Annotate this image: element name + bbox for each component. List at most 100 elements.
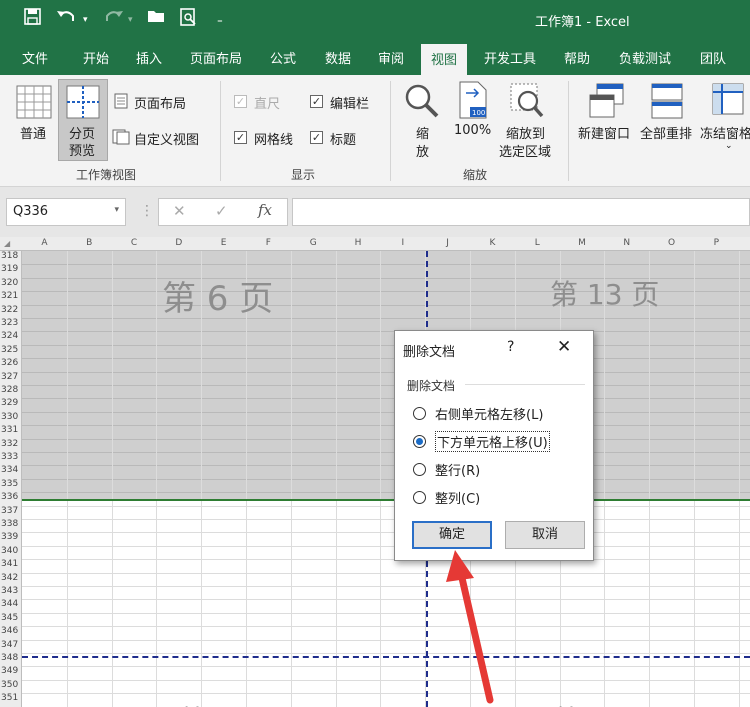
row-header[interactable]: 318 — [1, 251, 21, 261]
zoom-label-2[interactable]: 放 — [416, 141, 429, 160]
tab-review[interactable]: 审阅 — [378, 48, 404, 67]
option-shift-up-label[interactable]: 下方单元格上移(U) — [435, 431, 550, 452]
row-header[interactable]: 335 — [1, 479, 21, 489]
print-preview-icon[interactable] — [180, 8, 197, 30]
row-header[interactable]: 320 — [1, 278, 21, 288]
page-break-line-horizontal[interactable] — [22, 656, 750, 658]
radio-entire-column[interactable] — [413, 491, 426, 504]
zoom-100-button[interactable]: 100% — [454, 123, 491, 138]
row-header[interactable]: 327 — [1, 372, 21, 382]
tab-page-layout[interactable]: 页面布局 — [190, 48, 242, 67]
row-header[interactable]: 324 — [1, 331, 21, 341]
column-header-d[interactable]: D — [156, 238, 201, 248]
select-all-icon[interactable]: ◢ — [4, 239, 10, 248]
redo-icon[interactable] — [102, 8, 124, 29]
cancel-button[interactable]: 取消 — [505, 521, 585, 549]
column-header-a[interactable]: A — [22, 238, 67, 248]
row-header[interactable]: 326 — [1, 358, 21, 368]
column-header-h[interactable]: H — [336, 238, 381, 248]
row-header[interactable]: 341 — [1, 559, 21, 569]
option-entire-column-label[interactable]: 整列(C) — [435, 488, 480, 507]
row-header[interactable]: 350 — [1, 680, 21, 690]
row-header[interactable]: 334 — [1, 465, 21, 475]
gridlines-checkbox[interactable]: ✓ — [234, 131, 247, 144]
headings-checkbox[interactable]: ✓ — [310, 131, 323, 144]
column-header-n[interactable]: N — [604, 238, 649, 248]
close-icon[interactable]: ✕ — [557, 337, 571, 357]
row-header[interactable]: 338 — [1, 519, 21, 529]
column-header-b[interactable]: B — [67, 238, 112, 248]
help-icon[interactable]: ? — [507, 339, 514, 355]
formula-input[interactable] — [292, 198, 750, 226]
cell-grid[interactable]: 第 6 页 第 13 页 第 7 页 第 14 页 — [22, 251, 750, 707]
option-shift-left-label[interactable]: 右侧单元格左移(L) — [435, 404, 543, 423]
zoom-selection-label-1[interactable]: 缩放到 — [506, 123, 545, 142]
arrange-all-button[interactable]: 全部重排 — [640, 123, 692, 142]
column-header-m[interactable]: M — [560, 238, 605, 248]
cancel-entry-icon[interactable]: ✕ — [173, 202, 186, 220]
row-header[interactable]: 332 — [1, 439, 21, 449]
row-header[interactable]: 349 — [1, 666, 21, 676]
column-header-l[interactable]: L — [515, 238, 560, 248]
tab-team[interactable]: 团队 — [700, 48, 726, 67]
tab-load-test[interactable]: 负载测试 — [619, 48, 671, 67]
zoom-label-1[interactable]: 缩 — [416, 123, 429, 142]
ok-button[interactable]: 确定 — [412, 521, 492, 549]
column-header-g[interactable]: G — [291, 238, 336, 248]
row-header[interactable]: 344 — [1, 599, 21, 609]
insert-function-icon[interactable]: fx — [258, 201, 272, 219]
row-header[interactable]: 342 — [1, 573, 21, 583]
row-header[interactable]: 336 — [1, 492, 21, 502]
undo-icon[interactable] — [56, 8, 78, 29]
tab-insert[interactable]: 插入 — [136, 48, 162, 67]
undo-dropdown-icon[interactable]: ▾ — [83, 15, 88, 25]
row-header[interactable]: 319 — [1, 264, 21, 274]
row-header[interactable]: 337 — [1, 506, 21, 516]
name-box-dropdown-icon[interactable]: ▾ — [114, 205, 119, 215]
name-box[interactable]: Q336 ▾ — [6, 198, 126, 226]
tab-developer[interactable]: 开发工具 — [484, 48, 536, 67]
column-header-i[interactable]: I — [380, 238, 425, 248]
freeze-panes-dropdown-icon[interactable]: ⌄ — [725, 141, 733, 151]
radio-shift-left[interactable] — [413, 407, 426, 420]
normal-view-button[interactable]: 普通 — [20, 123, 46, 142]
row-header[interactable]: 331 — [1, 425, 21, 435]
column-header-o[interactable]: O — [649, 238, 694, 248]
enter-icon[interactable]: ✓ — [215, 202, 228, 220]
row-header[interactable]: 339 — [1, 532, 21, 542]
row-header[interactable]: 346 — [1, 626, 21, 636]
option-entire-row-label[interactable]: 整行(R) — [435, 460, 480, 479]
formula-bar-checkbox[interactable]: ✓ — [310, 95, 323, 108]
new-window-button[interactable]: 新建窗口 — [578, 123, 630, 142]
row-header[interactable]: 347 — [1, 640, 21, 650]
row-header[interactable]: 329 — [1, 398, 21, 408]
tab-view[interactable]: 视图 — [421, 44, 468, 75]
ruler-checkbox[interactable]: ✓ — [234, 95, 247, 108]
customize-quick-access-icon[interactable]: ₌ — [217, 13, 223, 26]
column-header-p[interactable]: P — [694, 238, 739, 248]
row-header[interactable]: 345 — [1, 613, 21, 623]
tab-home[interactable]: 开始 — [83, 48, 109, 67]
tab-data[interactable]: 数据 — [325, 48, 351, 67]
row-header[interactable]: 343 — [1, 586, 21, 596]
radio-shift-up[interactable] — [413, 435, 426, 448]
row-header[interactable]: 321 — [1, 291, 21, 301]
column-header-k[interactable]: K — [470, 238, 515, 248]
zoom-selection-label-2[interactable]: 选定区域 — [499, 141, 551, 160]
tab-file[interactable]: 文件 — [22, 48, 48, 67]
row-header[interactable]: 323 — [1, 318, 21, 328]
save-icon[interactable] — [24, 8, 41, 29]
freeze-panes-button[interactable]: 冻结窗格 — [700, 123, 750, 142]
page-layout-button[interactable]: 页面布局 — [134, 93, 186, 112]
tab-formulas[interactable]: 公式 — [270, 48, 296, 67]
tab-help[interactable]: 帮助 — [564, 48, 590, 67]
redo-dropdown-icon[interactable]: ▾ — [128, 15, 133, 25]
custom-views-button[interactable]: 自定义视图 — [134, 129, 199, 148]
row-header[interactable]: 348 — [1, 653, 21, 663]
column-header-j[interactable]: J — [425, 238, 470, 248]
radio-entire-row[interactable] — [413, 463, 426, 476]
row-header[interactable]: 351 — [1, 693, 21, 703]
row-header[interactable]: 328 — [1, 385, 21, 395]
row-header[interactable]: 340 — [1, 546, 21, 556]
column-header-e[interactable]: E — [201, 238, 246, 248]
